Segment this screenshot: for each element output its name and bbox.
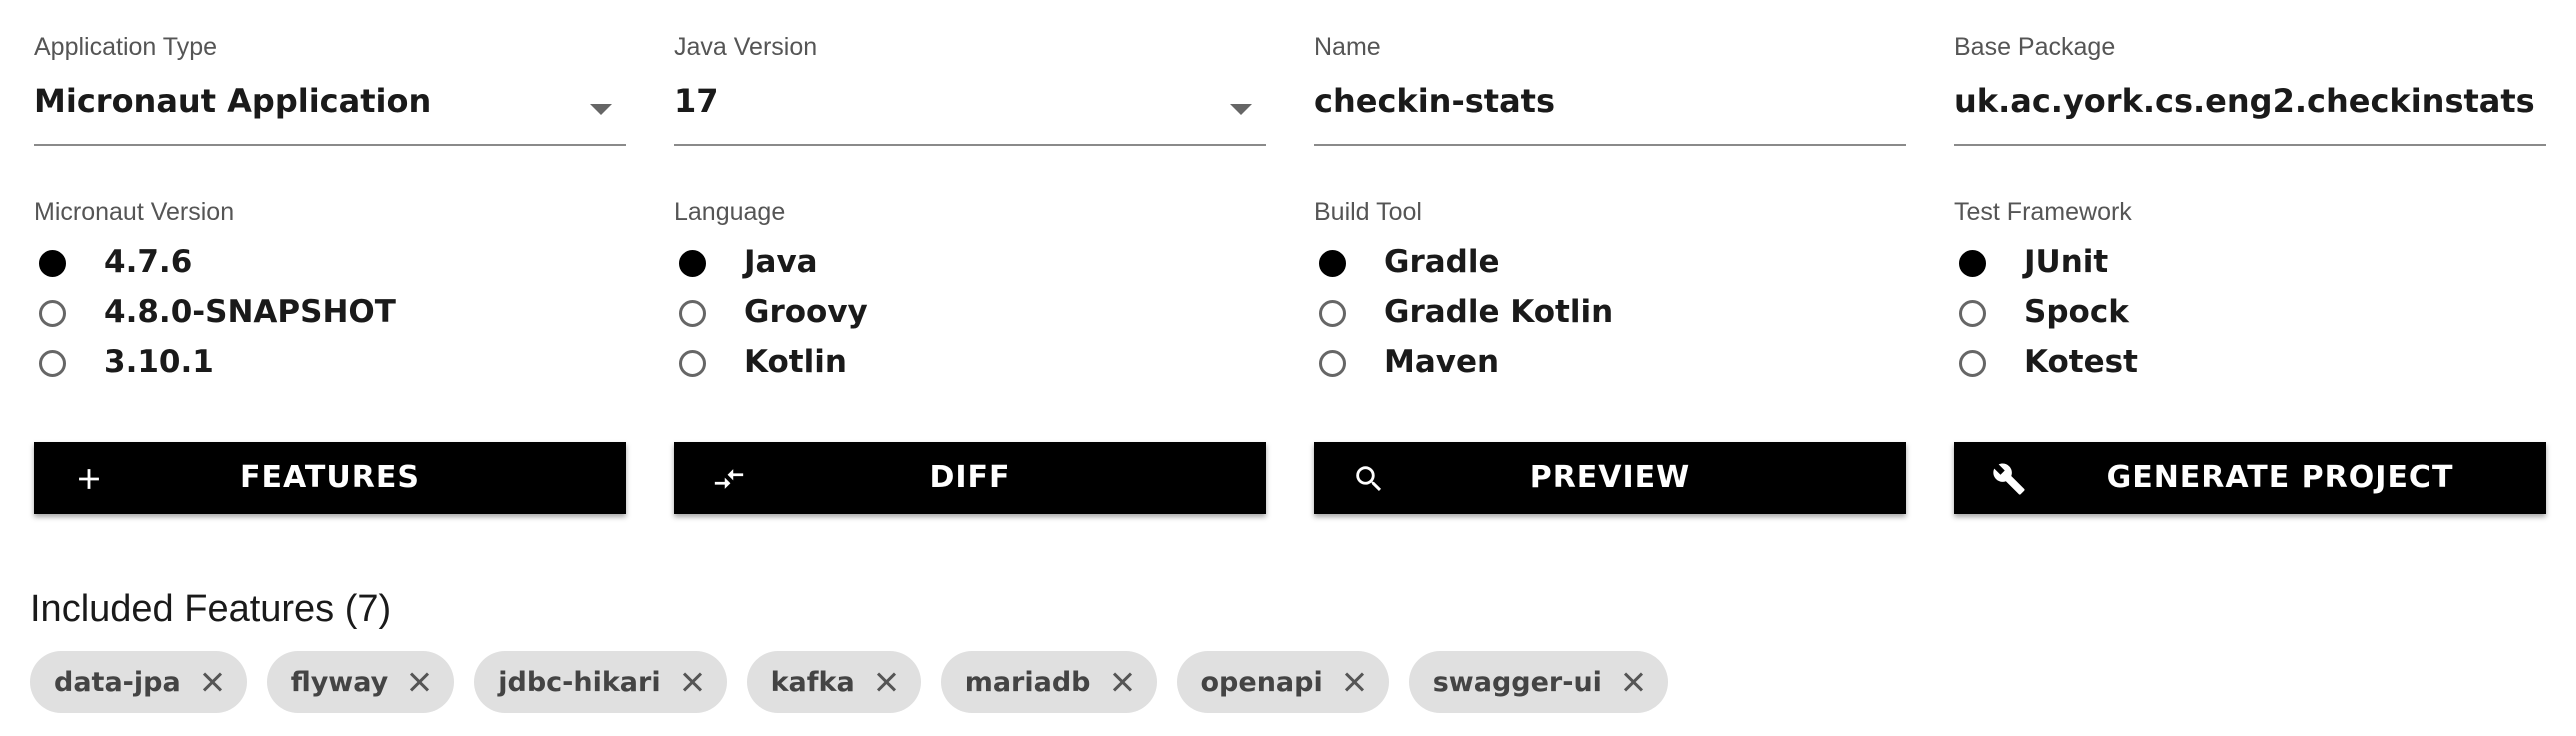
micronaut-version-label: Micronaut Version xyxy=(34,198,235,226)
java-version-value: 17 xyxy=(674,82,719,120)
radio-option-label: Gradle xyxy=(1384,244,1500,280)
radio-circle xyxy=(1959,250,1986,277)
preview-button-label: PREVIEW xyxy=(1529,460,1691,495)
radio-circle xyxy=(1319,350,1346,377)
radio-circle xyxy=(679,350,706,377)
language-label: Language xyxy=(674,198,786,226)
java-version-select[interactable]: 17 xyxy=(674,76,1266,146)
java-version-label: Java Version xyxy=(674,33,818,61)
base-package-value: uk.ac.york.cs.eng2.checkinstats xyxy=(1954,82,2535,120)
close-icon[interactable] xyxy=(1622,671,1644,693)
feature-chip-label: data-jpa xyxy=(54,666,181,698)
diff-button[interactable]: DIFF xyxy=(674,442,1266,514)
radio-option-label: 4.7.6 xyxy=(104,244,193,280)
radio-option-label: Maven xyxy=(1384,344,1500,380)
radio-option-label: 4.8.0-SNAPSHOT xyxy=(104,294,396,330)
radio-option-label: Kotlin xyxy=(744,344,847,380)
build-tool-label: Build Tool xyxy=(1314,198,1422,226)
feature-chip-label: swagger-ui xyxy=(1432,666,1602,698)
radio-option-label: 3.10.1 xyxy=(104,344,214,380)
name-value: checkin-stats xyxy=(1314,82,1556,120)
close-icon[interactable] xyxy=(681,671,703,693)
close-icon[interactable] xyxy=(875,671,897,693)
preview-button[interactable]: PREVIEW xyxy=(1314,442,1906,514)
feature-chip: mariadb xyxy=(940,651,1157,713)
chevron-down-icon xyxy=(1230,104,1252,115)
radio-option-label: Java xyxy=(744,244,818,280)
generate-project-button-label: GENERATE PROJECT xyxy=(2106,460,2454,495)
application-type-label: Application Type xyxy=(34,33,217,61)
radio-circle xyxy=(1319,300,1346,327)
application-type-select[interactable]: Micronaut Application xyxy=(34,76,626,146)
feature-chip: data-jpa xyxy=(30,651,247,713)
included-features-title: Included Features (7) xyxy=(30,588,392,630)
radio-circle xyxy=(39,350,66,377)
radio-circle xyxy=(1959,350,1986,377)
diff-button-label: DIFF xyxy=(929,460,1011,495)
radio-option-label: Spock xyxy=(2024,294,2129,330)
feature-chip-label: openapi xyxy=(1200,666,1323,698)
test-framework-label: Test Framework xyxy=(1954,198,2132,226)
base-package-input[interactable]: uk.ac.york.cs.eng2.checkinstats xyxy=(1954,76,2546,146)
micronaut-launch-form: Application Type Micronaut Application M… xyxy=(0,0,2576,736)
close-icon[interactable] xyxy=(1343,671,1365,693)
radio-circle xyxy=(39,300,66,327)
radio-circle xyxy=(39,250,66,277)
radio-circle xyxy=(679,300,706,327)
base-package-label: Base Package xyxy=(1954,33,2116,61)
feature-chip: flyway xyxy=(266,651,455,713)
feature-chip: swagger-ui xyxy=(1408,651,1668,713)
radio-option-label: Kotest xyxy=(2024,344,2138,380)
name-input[interactable]: checkin-stats xyxy=(1314,76,1906,146)
radio-circle xyxy=(1959,300,1986,327)
features-button[interactable]: FEATURES xyxy=(34,442,626,514)
feature-chip: jdbc-hikari xyxy=(474,651,727,713)
generate-project-button[interactable]: GENERATE PROJECT xyxy=(1954,442,2546,514)
close-icon[interactable] xyxy=(408,671,430,693)
close-icon[interactable] xyxy=(1111,671,1133,693)
radio-circle xyxy=(1319,250,1346,277)
radio-option-label: JUnit xyxy=(2024,244,2109,280)
radio-option-label: Gradle Kotlin xyxy=(1384,294,1614,330)
application-type-value: Micronaut Application xyxy=(34,82,432,120)
close-icon[interactable] xyxy=(201,671,223,693)
feature-chip: kafka xyxy=(746,651,921,713)
included-features-chips: data-jpa flyway jdbc-hikari kafka mariad… xyxy=(30,651,1668,713)
feature-chip-label: flyway xyxy=(290,666,389,698)
feature-chip-label: mariadb xyxy=(964,666,1091,698)
feature-chip-label: kafka xyxy=(770,666,855,698)
radio-circle xyxy=(679,250,706,277)
features-button-label: FEATURES xyxy=(240,460,420,495)
feature-chip: openapi xyxy=(1176,651,1389,713)
radio-option-label: Groovy xyxy=(744,294,868,330)
chevron-down-icon xyxy=(590,104,612,115)
feature-chip-label: jdbc-hikari xyxy=(498,666,661,698)
name-label: Name xyxy=(1314,33,1381,61)
